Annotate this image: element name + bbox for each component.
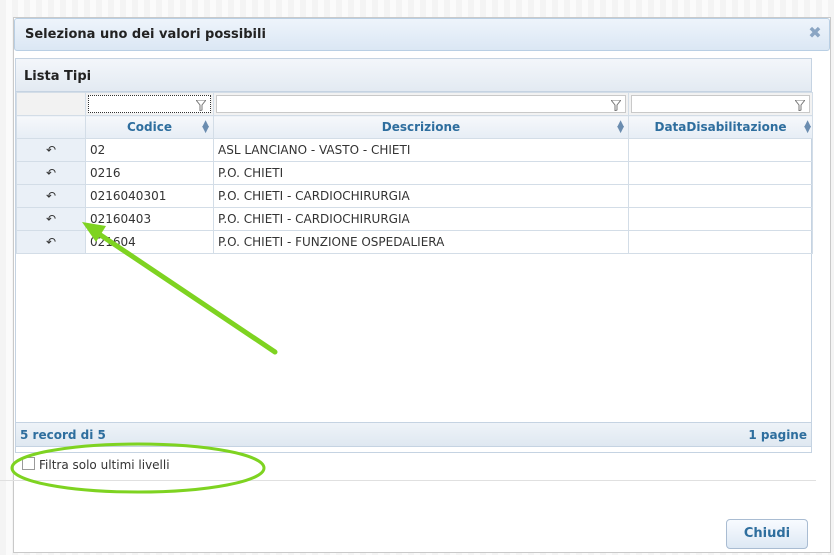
column-header-descrizione[interactable]: Descrizione ▲ ▼ — [213, 115, 629, 139]
filter-cell-data — [628, 92, 813, 116]
header-row: Codice ▲ ▼ Descrizione ▲ ▼ DataDisabilitaz… — [16, 115, 813, 139]
types-table: Codice ▲ ▼ Descrizione ▲ ▼ DataDisabilitaz… — [16, 92, 813, 254]
cell-descrizione: P.O. CHIETI — [213, 161, 629, 185]
filter-cell-empty — [16, 92, 86, 116]
cell-codice: 0216 — [85, 161, 214, 185]
header-cell-select — [16, 115, 86, 139]
funnel-icon[interactable] — [795, 100, 805, 111]
types-grid: Lista Tipi Codice ▲ ▼ Descrizione ▲ ▼ Da… — [15, 58, 813, 453]
table-row[interactable]: ↶ 0216 P.O. CHIETI — [16, 161, 813, 185]
checkbox-icon[interactable] — [22, 457, 35, 470]
filter-cell-descrizione — [213, 92, 629, 116]
filter-input-descrizione[interactable] — [216, 95, 626, 113]
cell-data — [628, 207, 813, 231]
close-icon[interactable]: ✖ — [807, 25, 823, 41]
grid-caption: Lista Tipi — [16, 59, 811, 92]
sort-icon[interactable]: ▲ ▼ — [804, 120, 811, 135]
funnel-icon[interactable] — [196, 100, 206, 111]
filter-input-codice[interactable] — [88, 95, 211, 113]
funnel-icon[interactable] — [611, 100, 621, 111]
select-arrow-icon[interactable]: ↶ — [16, 207, 86, 231]
sort-icon[interactable]: ▲ ▼ — [617, 120, 624, 135]
filter-last-levels-checkbox[interactable]: Filtra solo ultimi livelli — [22, 457, 170, 472]
select-arrow-icon[interactable]: ↶ — [16, 230, 86, 254]
cell-descrizione: P.O. CHIETI - CARDIOCHIRURGIA — [213, 207, 629, 231]
dialog-header: Seleziona uno dei valori possibili ✖ — [14, 18, 830, 51]
cell-codice: 0216040301 — [85, 184, 214, 208]
page-count: 1 pagine — [748, 428, 807, 442]
cell-data — [628, 138, 813, 162]
cell-codice: 02160403 — [85, 207, 214, 231]
grid-footer: 5 record di 5 1 pagine — [15, 422, 812, 447]
cell-data — [628, 161, 813, 185]
table-row[interactable]: ↶ 02160403 P.O. CHIETI - CARDIOCHIRURGIA — [16, 207, 813, 231]
record-count: 5 record di 5 — [20, 428, 106, 442]
cell-codice: 02 — [85, 138, 214, 162]
close-button[interactable]: Chiudi — [726, 519, 808, 549]
select-arrow-icon[interactable]: ↶ — [16, 161, 86, 185]
filter-cell-codice — [85, 92, 214, 116]
column-header-codice[interactable]: Codice ▲ ▼ — [85, 115, 214, 139]
cell-data — [628, 184, 813, 208]
column-label: DataDisabilitazione — [654, 120, 787, 134]
table-row[interactable]: ↶ 021604 P.O. CHIETI - FUNZIONE OSPEDALI… — [16, 230, 813, 254]
dialog-button-bar — [0, 480, 816, 481]
select-arrow-icon[interactable]: ↶ — [16, 138, 86, 162]
select-arrow-icon[interactable]: ↶ — [16, 184, 86, 208]
column-label: Codice — [126, 120, 172, 134]
dialog-title: Seleziona uno dei valori possibili — [25, 27, 266, 42]
cell-descrizione: P.O. CHIETI - CARDIOCHIRURGIA — [213, 184, 629, 208]
checkbox-label: Filtra solo ultimi livelli — [39, 458, 170, 472]
grid-caption-text: Lista Tipi — [24, 69, 92, 84]
table-row[interactable]: ↶ 02 ASL LANCIANO - VASTO - CHIETI — [16, 138, 813, 162]
cell-data — [628, 230, 813, 254]
sort-icon[interactable]: ▲ ▼ — [202, 120, 209, 135]
cell-codice: 021604 — [85, 230, 214, 254]
table-row[interactable]: ↶ 0216040301 P.O. CHIETI - CARDIOCHIRURG… — [16, 184, 813, 208]
cell-descrizione: P.O. CHIETI - FUNZIONE OSPEDALIERA — [213, 230, 629, 254]
column-header-data[interactable]: DataDisabilitazione ▲ ▼ — [628, 115, 813, 139]
filter-input-data[interactable] — [631, 95, 810, 113]
filter-row — [16, 92, 813, 116]
cell-descrizione: ASL LANCIANO - VASTO - CHIETI — [213, 138, 629, 162]
column-label: Descrizione — [381, 120, 461, 134]
